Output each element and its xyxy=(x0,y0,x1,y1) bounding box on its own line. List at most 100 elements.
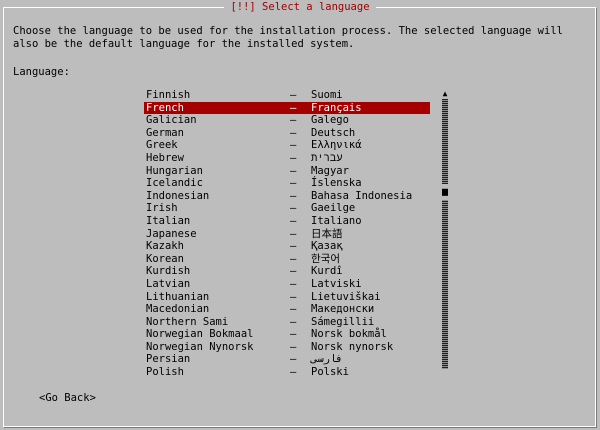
language-separator: – xyxy=(290,315,297,328)
language-separator: – xyxy=(290,328,297,341)
language-native-name: עברית xyxy=(311,151,343,164)
scroll-gap xyxy=(442,184,448,188)
go-back-button[interactable]: <Go Back> xyxy=(39,392,96,405)
language-english-name: Greek xyxy=(146,139,178,152)
language-native-name: Kurdî xyxy=(311,265,343,278)
language-native-name: Deutsch xyxy=(311,126,356,139)
language-english-name: Indonesian xyxy=(146,189,210,202)
language-native-name: Norsk bokmål xyxy=(311,328,387,341)
language-separator: – xyxy=(290,227,297,240)
language-item[interactable]: Persian – فارسی xyxy=(144,353,430,366)
language-english-name: Galician xyxy=(146,114,197,127)
language-native-name: Lietuviškai xyxy=(311,290,381,303)
language-native-name: Sámegillii xyxy=(311,315,375,328)
language-native-name: Қазақ xyxy=(311,240,343,253)
language-separator: – xyxy=(290,89,297,101)
language-separator: – xyxy=(290,114,297,127)
language-list[interactable]: Finnish – Suomi French – Français Galician – Gal… xyxy=(144,89,430,379)
language-english-name: Kurdish xyxy=(146,265,191,278)
language-native-name: Magyar xyxy=(311,164,349,177)
language-english-name: Irish xyxy=(146,202,178,215)
language-native-name: Polski xyxy=(311,366,349,379)
language-native-name: فارسی xyxy=(311,353,343,366)
language-separator: – xyxy=(290,189,297,202)
language-separator: – xyxy=(290,214,297,227)
language-english-name: French xyxy=(146,101,184,114)
language-native-name: 한국어 xyxy=(311,252,340,265)
language-separator: – xyxy=(290,164,297,177)
language-separator: – xyxy=(290,340,297,353)
language-english-name: Hungarian xyxy=(146,164,203,177)
language-item[interactable]: Icelandic – Íslenska xyxy=(144,177,430,190)
language-english-name: Korean xyxy=(146,252,184,265)
language-item[interactable]: Polish – Polski xyxy=(144,366,430,379)
language-separator: – xyxy=(290,265,297,278)
language-native-name: Galego xyxy=(311,114,349,127)
language-english-name: Northern Sami xyxy=(146,315,229,328)
language-english-name: Japanese xyxy=(146,227,197,240)
language-separator: – xyxy=(290,202,297,215)
dialog-title-bar: [!!] Select a language xyxy=(0,0,600,14)
language-item[interactable]: Hebrew – עברית xyxy=(144,152,430,165)
scroll-gap xyxy=(442,196,448,200)
language-item[interactable]: German – Deutsch xyxy=(144,127,430,140)
language-separator: – xyxy=(290,177,297,190)
language-english-name: Kazakh xyxy=(146,240,184,253)
language-english-name: Norwegian Nynorsk xyxy=(146,340,254,353)
intro-text: Choose the language to be used for the i… xyxy=(13,25,563,50)
language-native-name: Македонски xyxy=(311,303,375,316)
language-item[interactable]: Kurdish – Kurdî xyxy=(144,265,430,278)
language-label: Language: xyxy=(13,66,70,78)
language-separator: – xyxy=(290,252,297,265)
language-item[interactable]: Korean – 한국어 xyxy=(144,253,430,266)
scrollbar[interactable]: ▲ xyxy=(442,90,448,380)
language-item[interactable]: Norwegian Nynorsk – Norsk nynorsk xyxy=(144,341,430,354)
language-english-name: Icelandic xyxy=(146,177,203,190)
language-native-name: Suomi xyxy=(311,89,343,101)
language-separator: – xyxy=(290,126,297,139)
language-item[interactable]: Kazakh – Қазақ xyxy=(144,240,430,253)
language-english-name: Norwegian Bokmaal xyxy=(146,328,254,341)
scroll-thumb[interactable] xyxy=(442,189,448,195)
language-item[interactable]: Greek – Ελληνικά xyxy=(144,139,430,152)
language-english-name: Macedonian xyxy=(146,303,210,316)
language-item[interactable]: Macedonian – Македонски xyxy=(144,303,430,316)
language-separator: – xyxy=(290,277,297,290)
language-native-name: Ελληνικά xyxy=(311,139,362,152)
language-native-name: Français xyxy=(311,101,362,114)
language-item[interactable]: Norwegian Bokmaal – Norsk bokmål xyxy=(144,328,430,341)
language-item[interactable]: Lithuanian – Lietuviškai xyxy=(144,291,430,304)
language-native-name: Latviski xyxy=(311,277,362,290)
language-english-name: Finnish xyxy=(146,89,191,101)
language-item[interactable]: Galician – Galego xyxy=(144,114,430,127)
language-english-name: Lithuanian xyxy=(146,290,210,303)
language-native-name: Gaeilge xyxy=(311,202,356,215)
scroll-track[interactable] xyxy=(442,99,448,369)
language-english-name: Polish xyxy=(146,366,184,379)
language-item[interactable]: Irish – Gaeilge xyxy=(144,202,430,215)
language-item-selected[interactable]: French – Français xyxy=(144,101,430,115)
language-native-name: 日本語 xyxy=(311,227,343,240)
language-separator: – xyxy=(290,303,297,316)
language-separator: – xyxy=(290,366,297,379)
language-item[interactable]: Japanese – 日本語 xyxy=(144,228,430,241)
language-english-name: Hebrew xyxy=(146,151,184,164)
language-item[interactable]: Hungarian – Magyar xyxy=(144,165,430,178)
language-separator: – xyxy=(290,240,297,253)
language-native-name: Íslenska xyxy=(311,177,362,190)
language-native-name: Norsk nynorsk xyxy=(311,340,394,353)
language-separator: – xyxy=(290,139,297,152)
language-item[interactable]: Finnish – Suomi xyxy=(144,89,430,102)
language-item[interactable]: Latvian – Latviski xyxy=(144,278,430,291)
language-native-name: Italiano xyxy=(311,214,362,227)
language-separator: – xyxy=(290,101,297,114)
language-item[interactable]: Italian – Italiano xyxy=(144,215,430,228)
language-item[interactable]: Indonesian – Bahasa Indonesia xyxy=(144,190,430,203)
language-english-name: Persian xyxy=(146,353,191,366)
language-item[interactable]: Northern Sami – Sámegillii xyxy=(144,316,430,329)
language-english-name: Latvian xyxy=(146,277,191,290)
language-native-name: Bahasa Indonesia xyxy=(311,189,413,202)
language-english-name: German xyxy=(146,126,184,139)
language-separator: – xyxy=(290,290,297,303)
language-english-name: Italian xyxy=(146,214,191,227)
